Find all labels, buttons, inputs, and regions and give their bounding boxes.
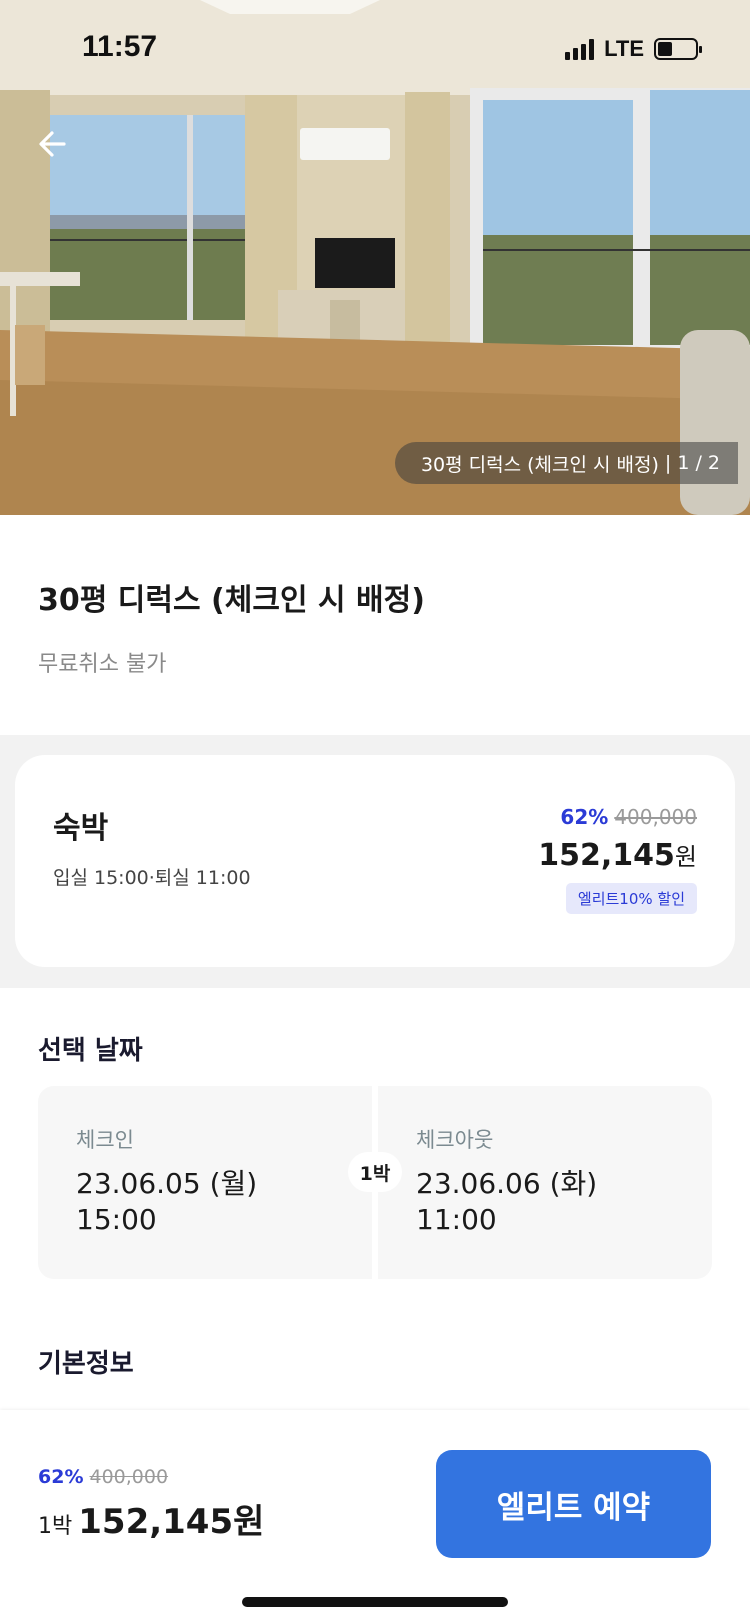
battery-icon [654, 38, 702, 60]
checkout-time: 11:00 [416, 1203, 497, 1236]
checkout-panel[interactable]: 체크아웃 23.06.06 (화) 11:00 [378, 1086, 712, 1279]
bottom-final-price: 152,145원 [78, 1502, 265, 1542]
checkin-label: 체크인 [76, 1128, 134, 1152]
checkin-date: 23.06.05 (월) [76, 1167, 258, 1200]
checkin-panel[interactable]: 체크인 23.06.05 (월) 15:00 [38, 1086, 372, 1279]
elite-discount-badge: 엘리트10% 할인 [565, 883, 697, 914]
room-title: 30평 디럭스 (체크인 시 배정) [38, 583, 425, 618]
bottom-nights: 1박 [38, 1514, 73, 1539]
network-type: LTE [604, 36, 644, 61]
original-price: 400,000 [614, 805, 697, 829]
stay-option-card[interactable]: 숙박 입실 15:00·퇴실 11:00 62% 400,000 152,145원… [15, 755, 735, 967]
bottom-price: 62% 400,000 1박 152,145원 [38, 1466, 264, 1543]
final-price: 152,145 [538, 838, 675, 873]
booking-bottom-bar: 62% 400,000 1박 152,145원 엘리트 예약 [0, 1410, 750, 1623]
room-photo-carousel[interactable]: 11:57 LTE 30평 디럭스 (체크인 시 배정) | 1 / 2 [0, 0, 750, 515]
cancel-policy: 무료취소 불가 [38, 652, 167, 677]
photo-counter: 1 / 2 [677, 452, 720, 474]
photo-caption-title: 30평 디럭스 (체크인 시 배정) [420, 453, 659, 476]
discount-rate: 62% [560, 805, 609, 829]
price-block: 62% 400,000 152,145원 엘리트10% 할인 [538, 805, 697, 914]
signal-icon [565, 38, 595, 60]
bottom-discount-rate: 62% [38, 1466, 84, 1488]
status-time: 11:57 [82, 30, 158, 63]
back-arrow-icon[interactable] [34, 124, 74, 164]
checkin-time: 15:00 [76, 1203, 157, 1236]
checkout-label: 체크아웃 [416, 1128, 494, 1152]
bottom-original-price: 400,000 [89, 1466, 169, 1488]
elite-reserve-button[interactable]: 엘리트 예약 [436, 1450, 711, 1558]
selected-dates-title: 선택 날짜 [38, 1036, 143, 1066]
basic-info-title: 기본정보 [38, 1349, 134, 1379]
stay-type-label: 숙박 [53, 811, 109, 846]
stay-checkin-checkout-times: 입실 15:00·퇴실 11:00 [53, 867, 251, 889]
currency-unit: 원 [674, 843, 697, 871]
status-bar: 11:57 LTE [0, 0, 750, 100]
nights-count: 1박 [348, 1152, 402, 1192]
photo-caption: 30평 디럭스 (체크인 시 배정) | 1 / 2 [394, 442, 738, 484]
home-indicator [242, 1597, 508, 1607]
checkout-date: 23.06.06 (화) [416, 1167, 598, 1200]
caption-separator: | [664, 452, 672, 474]
